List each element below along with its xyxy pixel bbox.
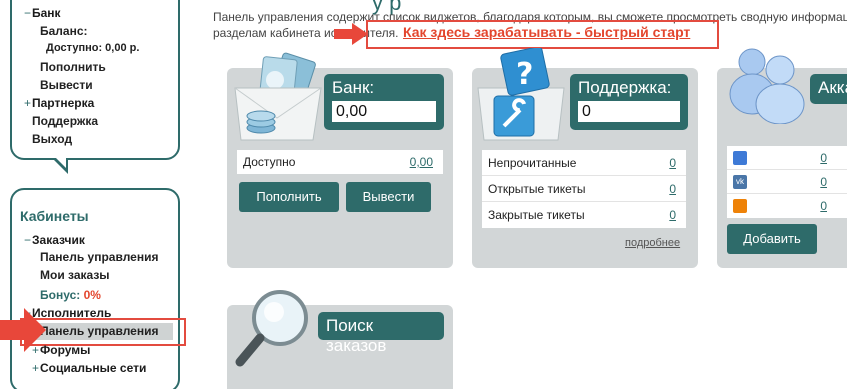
support-table: Непрочитанные 0 Открытые тикеты 0 Закрыт… bbox=[482, 150, 686, 228]
menu-topup[interactable]: Пополнить bbox=[40, 60, 106, 74]
help-envelope-icon: ? bbox=[477, 48, 565, 141]
table-row: Открытые тикеты 0 bbox=[482, 176, 686, 202]
cabinets-title: Кабинеты bbox=[20, 208, 89, 224]
support-row-value[interactable]: 0 bbox=[669, 182, 676, 196]
bank-table: Доступно 0,00 bbox=[237, 150, 443, 174]
menu-bank[interactable]: −Банк bbox=[24, 6, 61, 20]
menu-logout[interactable]: Выход bbox=[32, 132, 72, 146]
odnoklassniki-icon bbox=[733, 199, 747, 213]
orders-title: Поиск заказов bbox=[326, 316, 387, 355]
account-count[interactable]: 0 bbox=[820, 199, 827, 213]
add-account-button[interactable]: Добавить bbox=[727, 224, 817, 254]
support-row-label: Закрытые тикеты bbox=[488, 208, 585, 222]
collapse-icon: − bbox=[24, 233, 32, 247]
red-arrow-icon bbox=[0, 308, 46, 352]
collapse-icon: − bbox=[24, 6, 32, 20]
magnifier-icon bbox=[235, 290, 308, 367]
support-row-label: Открытые тикеты bbox=[488, 181, 586, 196]
support-row-value[interactable]: 0 bbox=[669, 208, 676, 222]
account-count[interactable]: 0 bbox=[820, 151, 827, 165]
bonus-value: 0% bbox=[83, 288, 101, 302]
support-title: Поддержка: bbox=[578, 78, 672, 97]
accounts-title: Акка bbox=[818, 78, 847, 97]
account-count[interactable]: 0 bbox=[820, 175, 827, 189]
topup-button[interactable]: Пополнить bbox=[239, 182, 339, 212]
orders-header: Поиск заказов bbox=[318, 312, 444, 355]
menu-social[interactable]: +Социальные сети bbox=[32, 361, 146, 375]
vk-icon: vk bbox=[733, 174, 747, 189]
table-row: vk 0 bbox=[727, 170, 847, 194]
support-header: Поддержка: 0 bbox=[570, 74, 688, 130]
quick-start-link[interactable]: Как здесь зарабатывать - быстрый старт bbox=[403, 24, 690, 40]
accounts-table: 0 vk 0 0 bbox=[727, 146, 847, 218]
svg-text:?: ? bbox=[516, 57, 533, 92]
support-row-label: Непрочитанные bbox=[488, 155, 577, 170]
table-row: 0 bbox=[727, 146, 847, 170]
withdraw-button[interactable]: Вывести bbox=[346, 182, 431, 212]
menu-partner[interactable]: +Партнерка bbox=[24, 96, 94, 110]
bonus-line: Бонус: 0% bbox=[40, 288, 101, 302]
bank-value: 0,00 bbox=[332, 101, 436, 122]
support-more-link[interactable]: подробнее bbox=[625, 237, 680, 249]
menu-my-orders[interactable]: Мои заказы bbox=[40, 268, 110, 282]
bank-title: Банк: bbox=[332, 78, 375, 97]
red-arrow-icon bbox=[334, 23, 368, 45]
bonus-label: Бонус: bbox=[40, 288, 81, 302]
balance-label: Баланс: bbox=[40, 24, 88, 38]
bank-header: Банк: 0,00 bbox=[324, 74, 444, 130]
table-row: Непрочитанные 0 bbox=[482, 150, 686, 176]
menu-support[interactable]: Поддержка bbox=[32, 114, 98, 128]
mail-ru-icon bbox=[733, 150, 747, 165]
expand-icon: + bbox=[24, 96, 32, 110]
menu-customer[interactable]: −Заказчик bbox=[24, 233, 85, 247]
table-row: Доступно 0,00 bbox=[237, 150, 443, 174]
support-row-value[interactable]: 0 bbox=[669, 156, 676, 170]
bank-available-value[interactable]: 0,00 bbox=[410, 155, 433, 169]
table-row: 0 bbox=[727, 194, 847, 218]
speech-bubble-tail-inner bbox=[55, 157, 66, 168]
support-value: 0 bbox=[578, 101, 680, 122]
users-icon bbox=[729, 48, 805, 124]
available-balance: Доступно: 0,00 р. bbox=[46, 42, 140, 54]
menu-withdraw[interactable]: Вывести bbox=[40, 78, 93, 92]
expand-icon: + bbox=[32, 361, 40, 375]
bank-available-label: Доступно bbox=[243, 155, 296, 169]
accounts-header: Акка bbox=[810, 74, 847, 104]
wallet-icon bbox=[234, 52, 322, 141]
menu-customer-dashboard[interactable]: Панель управления bbox=[40, 250, 158, 264]
table-row: Закрытые тикеты 0 bbox=[482, 202, 686, 228]
